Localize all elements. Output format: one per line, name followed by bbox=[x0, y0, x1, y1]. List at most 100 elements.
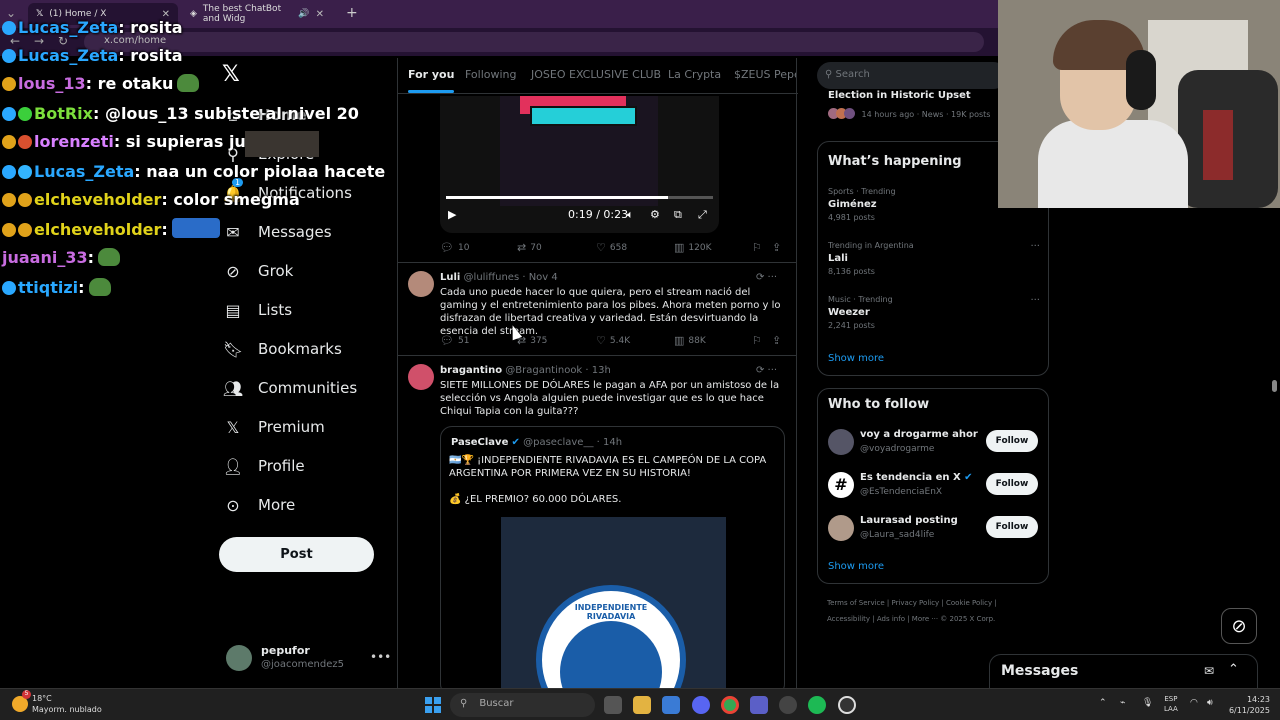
bookmark-button[interactable]: ⚐ bbox=[752, 334, 762, 347]
quote-image[interactable]: INDEPENDIENTE RIVADAVIA bbox=[501, 517, 726, 695]
author-handle[interactable]: @luliffunes bbox=[464, 272, 520, 283]
sidebar-item-label: Bookmarks bbox=[258, 340, 342, 358]
heart-icon: ♡ bbox=[596, 334, 606, 347]
settings-icon[interactable]: ⚙ bbox=[650, 208, 660, 221]
account-handle: @joacomendez5 bbox=[261, 659, 344, 670]
fullscreen-icon[interactable]: ⤢ bbox=[698, 208, 707, 222]
video-progress-bar[interactable] bbox=[446, 196, 713, 199]
chrome-icon[interactable] bbox=[721, 696, 739, 714]
follow-button[interactable]: Follow bbox=[986, 473, 1038, 495]
system-clock[interactable]: 14:23 6/11/2025 bbox=[1228, 694, 1270, 716]
play-icon[interactable]: ▶ bbox=[448, 208, 456, 221]
avatar bbox=[828, 515, 854, 541]
follow-button[interactable]: Follow bbox=[986, 516, 1038, 538]
like-button[interactable]: ♡ 5.4K bbox=[596, 334, 630, 347]
follow-suggestion[interactable]: Laurasad posting @Laura_sad4life Follow bbox=[828, 513, 1040, 543]
tweet-time: · 13h bbox=[585, 365, 611, 376]
like-button[interactable]: ♡ 658 bbox=[596, 241, 627, 254]
trend-posts: 8,136 posts bbox=[828, 267, 875, 276]
follow-suggestion[interactable]: # Es tendencia en X ✔ @EsTendenciaEnX Fo… bbox=[828, 470, 1040, 500]
obs-icon[interactable] bbox=[838, 696, 856, 714]
chat-message: elcheveholder: bbox=[2, 218, 220, 239]
more-icon[interactable]: ··· bbox=[1030, 241, 1040, 252]
badge-icon bbox=[2, 107, 16, 121]
more-icon[interactable]: ••• bbox=[370, 650, 391, 664]
badge-icon bbox=[2, 281, 16, 295]
tab-joseo-exclusive-club[interactable]: JOSEO EXCLUSIVE CLUB bbox=[531, 68, 661, 81]
volume-icon[interactable]: 🔈︎ bbox=[627, 208, 634, 222]
expand-icon[interactable]: ⌃ bbox=[1228, 662, 1239, 677]
wifi-icon[interactable]: ◠ bbox=[1190, 698, 1198, 708]
share-button[interactable]: ⇪ bbox=[772, 334, 781, 347]
more-icon[interactable]: ··· bbox=[1030, 295, 1040, 306]
taskbar-search[interactable]: ⚲ Buscar bbox=[450, 693, 595, 717]
views-button[interactable]: ▥ 88K bbox=[674, 334, 706, 347]
microphone-icon[interactable]: 🎙︎ bbox=[1142, 698, 1153, 708]
author-handle[interactable]: @Bragantinook bbox=[505, 365, 582, 376]
author-name[interactable]: Luli bbox=[440, 272, 460, 283]
tab-la-crypta[interactable]: La Crypta bbox=[668, 68, 721, 81]
repost-button[interactable]: ⇄ 70 bbox=[517, 241, 542, 254]
steam-icon[interactable] bbox=[779, 696, 797, 714]
footer-links[interactable]: Accessibility | Ads info | More ··· © 20… bbox=[827, 615, 995, 623]
network-icon[interactable]: ⌁ bbox=[1120, 698, 1125, 708]
post-button[interactable]: Post bbox=[219, 537, 374, 572]
sidebar-item-communities[interactable]: 👥︎ Communities bbox=[222, 369, 392, 407]
tab-zeus-pepes[interactable]: $ZEUS Pepe's bbox=[734, 68, 796, 81]
grok-button-icon[interactable]: ⊘ bbox=[1221, 608, 1257, 644]
new-message-icon[interactable]: ✉ bbox=[1204, 664, 1214, 678]
avatar[interactable] bbox=[408, 364, 434, 390]
author-name[interactable]: bragantino bbox=[440, 365, 502, 376]
search-input[interactable]: ⚲ Search bbox=[817, 62, 1007, 89]
sidebar-item-premium[interactable]: 𝕏 Premium bbox=[222, 408, 392, 446]
file-explorer-icon[interactable] bbox=[633, 696, 651, 714]
discord-icon[interactable] bbox=[692, 696, 710, 714]
spotify-icon[interactable] bbox=[808, 696, 826, 714]
new-tab-icon[interactable]: + bbox=[346, 5, 358, 21]
messages-drawer[interactable]: Messages ✉ ⌃ bbox=[989, 654, 1258, 688]
repost-icon: ⇄ bbox=[517, 241, 527, 254]
repost-count: 375 bbox=[530, 335, 548, 346]
stream-chat-overlay: Lucas_Zeta: rosita Lucas_Zeta: rosita lo… bbox=[0, 0, 385, 310]
follow-suggestion[interactable]: voy a drogarme ahora ... @voyadrogarme F… bbox=[828, 427, 1040, 457]
avatar[interactable] bbox=[408, 271, 434, 297]
follow-button[interactable]: Follow bbox=[986, 430, 1038, 452]
teams-icon[interactable] bbox=[750, 696, 768, 714]
top-story-title[interactable]: Election in Historic Upset bbox=[828, 90, 971, 101]
quoted-tweet[interactable]: PaseClave ✔ @paseclave__ · 14h 🇦🇷🏆 ¡INDE… bbox=[440, 426, 785, 696]
show-more-link[interactable]: Show more bbox=[828, 561, 884, 572]
sidebar-item-profile[interactable]: 👤︎ Profile bbox=[222, 447, 392, 485]
video-player[interactable]: ▶ 0:19 / 0:23 🔈︎ ⚙ ⧉ ⤢ bbox=[440, 96, 719, 233]
scrollbar-thumb[interactable] bbox=[1272, 380, 1277, 392]
trend-item[interactable]: Trending in Argentina Lali 8,136 posts ·… bbox=[828, 241, 1040, 276]
more-icon[interactable]: ⟳ ··· bbox=[756, 272, 777, 283]
temperature: 18°C bbox=[32, 694, 52, 703]
tray-overflow-icon[interactable]: ⌃ bbox=[1099, 698, 1107, 708]
reply-icon: 💬︎ bbox=[440, 241, 454, 254]
footer-links[interactable]: Terms of Service | Privacy Policy | Cook… bbox=[827, 599, 997, 607]
clock-time: 14:23 bbox=[1246, 695, 1270, 704]
bookmark-button[interactable]: ⚐ bbox=[752, 241, 762, 254]
reply-button[interactable]: 💬︎ 51 bbox=[440, 334, 469, 347]
tab-for-you[interactable]: For you bbox=[408, 68, 455, 93]
sidebar-item-bookmarks[interactable]: 🔖︎ Bookmarks bbox=[222, 330, 392, 368]
top-story-meta-text: 14 hours ago · News · 19K posts bbox=[861, 110, 991, 119]
account-switcher[interactable]: pepufor @joacomendez5 ••• bbox=[226, 642, 396, 678]
language-indicator[interactable]: ESP LAA bbox=[1164, 694, 1178, 714]
show-more-link[interactable]: Show more bbox=[828, 353, 884, 364]
task-view-icon[interactable] bbox=[604, 696, 622, 714]
sidebar-item-more[interactable]: ⊙ More bbox=[222, 486, 392, 524]
tweet-actions: 💬︎ 10 ⇄ 70 ♡ 658 ▥ 120K ⚐ ⇪ bbox=[440, 241, 786, 257]
pip-icon[interactable]: ⧉ bbox=[674, 208, 682, 222]
share-button[interactable]: ⇪ bbox=[772, 241, 781, 254]
tab-following[interactable]: Following bbox=[465, 68, 517, 81]
more-icon[interactable]: ⟳ ··· bbox=[756, 365, 777, 376]
store-icon[interactable] bbox=[662, 696, 680, 714]
volume-icon[interactable]: 🔊︎ bbox=[1207, 698, 1213, 708]
badge-icon bbox=[18, 135, 32, 149]
reply-button[interactable]: 💬︎ 10 bbox=[440, 241, 469, 254]
views-button[interactable]: ▥ 120K bbox=[674, 241, 712, 254]
sidebar-item-label: More bbox=[258, 496, 296, 514]
trend-item[interactable]: Music · Trending Weezer 2,241 posts ··· bbox=[828, 295, 1040, 330]
start-button-icon[interactable] bbox=[425, 697, 441, 713]
